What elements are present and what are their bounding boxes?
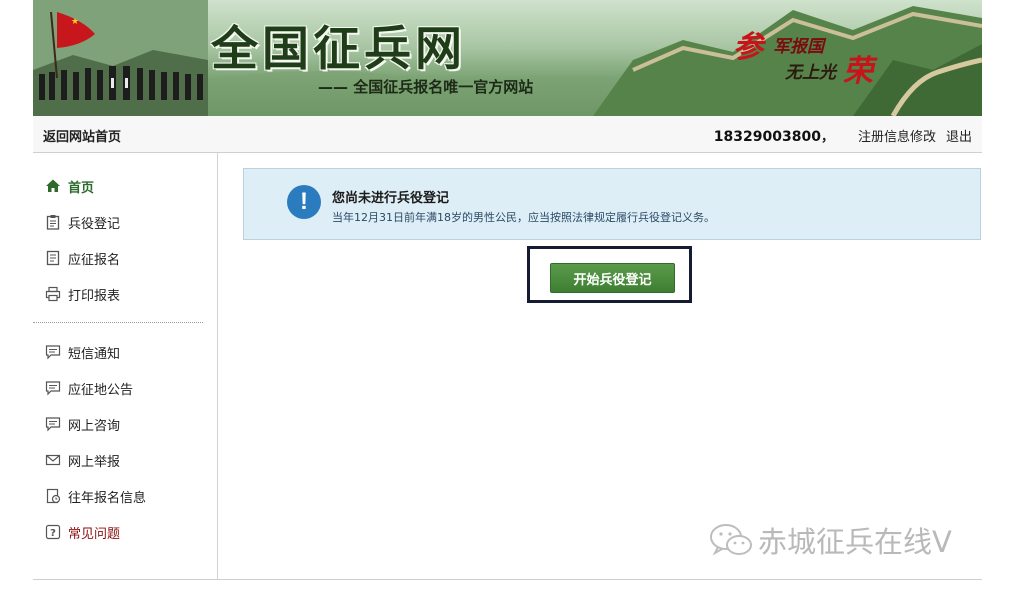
slogan: 参 军报国 无上光 荣 [733, 22, 883, 89]
message-icon [45, 416, 61, 432]
user-phone: 18329003800 [713, 129, 821, 145]
sidebar-divider [33, 322, 203, 323]
slogan-line-2: 无上光 [785, 63, 836, 83]
watermark: 赤城征兵在线V [708, 520, 952, 560]
sidebar-item-faq[interactable]: ? 常见问题 [45, 521, 205, 543]
question-icon: ? [45, 524, 61, 540]
slogan-line-1: 军报国 [773, 37, 824, 57]
sidebar-item-announcement[interactable]: 应征地公告 [45, 377, 205, 399]
notice-text: 当年12月31日前年满18岁的男性公民，应当按照法律规定履行兵役登记义务。 [332, 211, 715, 224]
clipboard-icon [45, 214, 61, 230]
registration-notice: ! 您尚未进行兵役登记 当年12月31日前年满18岁的男性公民，应当按照法律规定… [243, 168, 981, 240]
history-document-icon [45, 488, 61, 504]
header-banner: ★ 全国征兵网 —— 全国征兵报名唯一官方网站 参 军报国 无上光 荣 [33, 0, 982, 116]
sidebar-item-label: 兵役登记 [68, 216, 121, 232]
site-title: 全国征兵网 [211, 22, 466, 77]
sidebar-item-report[interactable]: 网上举报 [45, 449, 205, 471]
sidebar-item-label: 往年报名信息 [68, 490, 147, 506]
sidebar-item-label: 短信通知 [68, 346, 121, 362]
sidebar-item-military-registration[interactable]: 兵役登记 [45, 211, 205, 233]
edit-info-link[interactable]: 注册信息修改 [858, 130, 936, 145]
sidebar-item-label: 网上举报 [68, 454, 121, 470]
sidebar-item-label: 打印报表 [68, 288, 121, 304]
user-area: 18329003800， 注册信息修改 退出 [714, 126, 972, 145]
sidebar-item-home[interactable]: 首页 [45, 175, 205, 197]
sidebar-item-sms[interactable]: 短信通知 [45, 341, 205, 363]
slogan-char-1: 参 [733, 30, 763, 65]
comma: ， [820, 130, 834, 145]
site-subtitle: —— 全国征兵报名唯一官方网站 [318, 78, 534, 96]
watermark-text: 赤城征兵在线V [758, 525, 952, 559]
start-registration-button[interactable]: 开始兵役登记 [550, 263, 675, 293]
sidebar-item-print[interactable]: 打印报表 [45, 283, 205, 305]
document-icon [45, 250, 61, 266]
sidebar-item-label: 首页 [68, 180, 95, 196]
message-icon [45, 344, 61, 360]
sidebar-item-label: 应征地公告 [68, 382, 134, 398]
wechat-icon [710, 524, 752, 556]
slogan-char-2: 荣 [843, 54, 873, 89]
sidebar-item-label: 常见问题 [68, 526, 121, 542]
notice-title: 您尚未进行兵役登记 [332, 191, 450, 206]
home-icon [45, 178, 61, 194]
home-link[interactable]: 返回网站首页 [43, 126, 121, 145]
mail-icon [45, 452, 61, 468]
sidebar: 首页 兵役登记 应征报名 打印报表 短信通知 应征地公告 网上咨询 网上举报 往… [33, 153, 218, 579]
info-icon: ! [287, 185, 321, 219]
message-icon [45, 380, 61, 396]
bottom-divider [33, 579, 982, 580]
sidebar-item-enlistment[interactable]: 应征报名 [45, 247, 205, 269]
printer-icon [45, 286, 61, 302]
top-bar: 返回网站首页 18329003800， 注册信息修改 退出 [33, 116, 982, 153]
sidebar-item-label: 应征报名 [68, 252, 121, 268]
sidebar-item-label: 网上咨询 [68, 418, 121, 434]
page: ★ 全国征兵网 —— 全国征兵报名唯一官方网站 参 军报国 无上光 荣 返回网站… [33, 0, 982, 589]
highlight-frame: 开始兵役登记 [527, 246, 692, 303]
sidebar-item-consult[interactable]: 网上咨询 [45, 413, 205, 435]
sidebar-item-history[interactable]: 往年报名信息 [45, 485, 205, 507]
logout-link[interactable]: 退出 [946, 130, 972, 145]
svg-text:?: ? [50, 528, 56, 539]
